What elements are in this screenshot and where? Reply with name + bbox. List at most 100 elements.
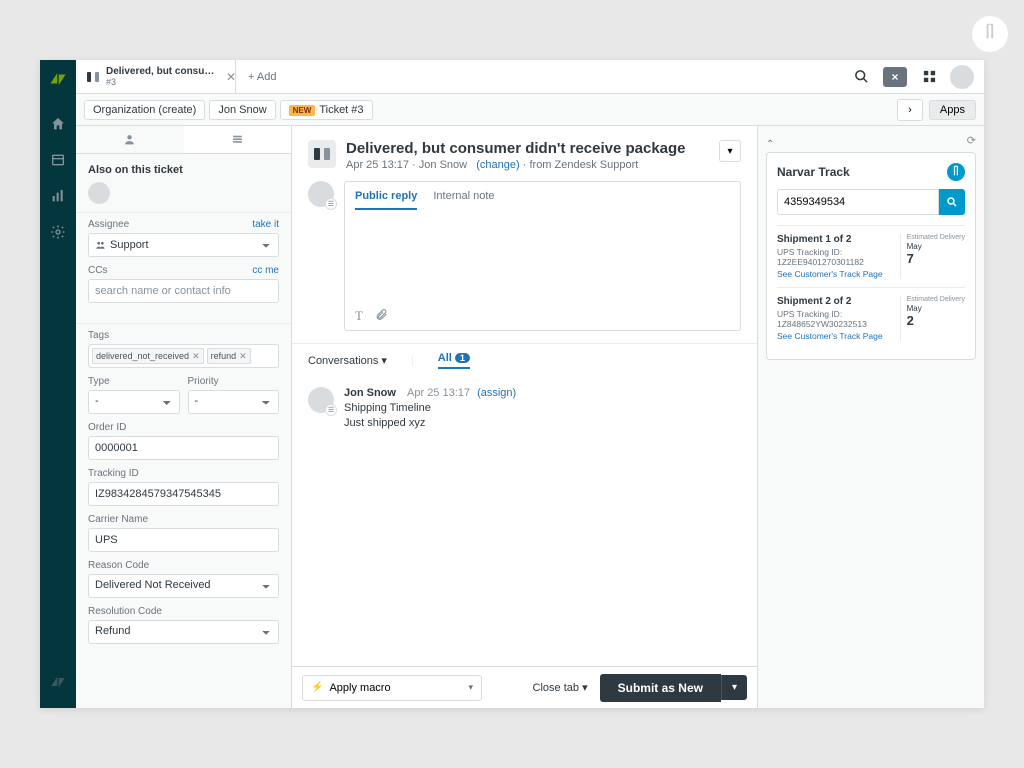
change-link[interactable]: (change) bbox=[476, 159, 519, 171]
convo-time: Apr 25 13:17 bbox=[407, 387, 470, 399]
narvar-search-input[interactable] bbox=[777, 189, 939, 215]
conversation-item: ☰ Jon Snow Apr 25 13:17 (assign) Shippin… bbox=[292, 377, 757, 442]
attachment-icon[interactable] bbox=[375, 308, 388, 324]
narvar-card: Narvar Track ᥥ Shipment 1 of 2 UPS Track… bbox=[766, 152, 976, 360]
est-month: May bbox=[907, 242, 965, 251]
priority-label: Priority bbox=[188, 376, 280, 387]
reporting-icon[interactable] bbox=[40, 178, 76, 214]
take-it-link[interactable]: take it bbox=[252, 219, 279, 230]
est-day: 2 bbox=[907, 313, 965, 328]
resolution-select[interactable]: Refund bbox=[88, 620, 279, 644]
narvar-search-button[interactable] bbox=[939, 189, 965, 215]
public-reply-tab[interactable]: Public reply bbox=[355, 190, 417, 210]
user-badge-icon: ☰ bbox=[325, 404, 337, 416]
ccs-label: CCs bbox=[88, 265, 107, 276]
orderid-input[interactable] bbox=[88, 436, 279, 460]
zendesk-bottom-icon[interactable] bbox=[40, 664, 76, 700]
breadcrumb-user[interactable]: Jon Snow bbox=[209, 100, 275, 120]
top-bar: Delivered, but consumer ... #3 ✕ + Add bbox=[76, 60, 984, 94]
reason-select[interactable]: Delivered Not Received bbox=[88, 574, 279, 598]
assign-link[interactable]: (assign) bbox=[477, 387, 516, 399]
zendesk-logo[interactable] bbox=[47, 68, 69, 90]
shipment-tracking: UPS Tracking ID: 1Z848652YW30232513 bbox=[777, 309, 894, 329]
ccs-input[interactable] bbox=[88, 279, 279, 303]
assignee-label: Assignee bbox=[88, 219, 129, 230]
add-tab-button[interactable]: + Add bbox=[236, 71, 288, 83]
all-tab[interactable]: All1 bbox=[438, 352, 470, 369]
carrier-label: Carrier Name bbox=[88, 514, 279, 525]
track-page-link[interactable]: See Customer's Track Page bbox=[777, 331, 894, 341]
ticket-dropdown[interactable]: ▾ bbox=[719, 140, 741, 162]
submit-button[interactable]: Submit as New bbox=[600, 674, 721, 702]
reply-box[interactable]: Public reply Internal note T bbox=[344, 181, 741, 331]
tab-sub: #3 bbox=[106, 77, 216, 87]
convo-line: Shipping Timeline bbox=[344, 401, 516, 416]
ticket-meta: Apr 25 13:17 · Jon Snow (change) · from … bbox=[346, 159, 709, 171]
ticket-title: Delivered, but consumer didn't receive p… bbox=[346, 140, 709, 157]
shipment-row: Shipment 1 of 2 UPS Tracking ID: 1Z2EE94… bbox=[777, 225, 965, 287]
apps-icon[interactable] bbox=[916, 64, 942, 90]
shipment-title: Shipment 2 of 2 bbox=[777, 296, 894, 307]
convo-user: Jon Snow bbox=[344, 387, 396, 399]
app-frame: Delivered, but consumer ... #3 ✕ + Add O… bbox=[40, 60, 984, 708]
right-panel: ⌃ ⟳ Narvar Track ᥥ Shipment 1 of 2 UPS Tr… bbox=[758, 126, 984, 708]
track-page-link[interactable]: See Customer's Track Page bbox=[777, 269, 894, 279]
home-icon[interactable] bbox=[40, 106, 76, 142]
tag-remove-icon[interactable]: ✕ bbox=[192, 351, 200, 362]
bottom-bar: ⚡Apply macro Close tab ▾ Submit as New ▾ bbox=[292, 666, 757, 708]
user-avatar[interactable] bbox=[950, 65, 974, 89]
close-icon[interactable]: ✕ bbox=[226, 70, 236, 84]
shipment-tracking: UPS Tracking ID: 1Z2EE9401270301182 bbox=[777, 247, 894, 267]
conversations-dropdown[interactable]: Conversations ▾ bbox=[308, 354, 387, 367]
est-label: Estimated Delivery bbox=[907, 296, 965, 304]
ticket-type-icon bbox=[308, 140, 336, 168]
next-button[interactable]: › bbox=[897, 99, 923, 121]
trackingid-input[interactable] bbox=[88, 482, 279, 506]
tag-chip: delivered_not_received✕ bbox=[92, 348, 204, 364]
chat-icon[interactable] bbox=[882, 64, 908, 90]
agent-badge-icon: ☰ bbox=[325, 198, 337, 210]
est-label: Estimated Delivery bbox=[907, 234, 965, 242]
tag-chip: refund✕ bbox=[207, 348, 251, 364]
breadcrumb-org[interactable]: Organization (create) bbox=[84, 100, 205, 120]
content-row: Also on this ticket Assigneetake it Supp… bbox=[76, 126, 984, 708]
tags-input[interactable]: delivered_not_received✕ refund✕ bbox=[88, 344, 279, 368]
convo-line: Just shipped xyz bbox=[344, 416, 516, 431]
refresh-icon[interactable]: ⟳ bbox=[967, 134, 976, 147]
shipment-row: Shipment 2 of 2 UPS Tracking ID: 1Z84865… bbox=[777, 287, 965, 349]
assignee-select[interactable]: Support bbox=[88, 233, 279, 257]
tags-label: Tags bbox=[88, 330, 279, 341]
text-format-icon[interactable]: T bbox=[355, 308, 363, 324]
conversations-bar: Conversations ▾ | All1 bbox=[292, 343, 757, 377]
carrier-input[interactable] bbox=[88, 528, 279, 552]
cc-me-link[interactable]: cc me bbox=[252, 265, 279, 276]
apply-macro-select[interactable]: ⚡Apply macro bbox=[302, 675, 482, 701]
priority-select[interactable]: - bbox=[188, 390, 280, 414]
est-month: May bbox=[907, 304, 965, 313]
close-tab-button[interactable]: Close tab ▾ bbox=[533, 681, 588, 694]
type-label: Type bbox=[88, 376, 180, 387]
collapse-icon[interactable]: ⌃ bbox=[766, 139, 774, 150]
brand-logo: ᥥ bbox=[972, 16, 1008, 52]
breadcrumb-ticket[interactable]: NEWTicket #3 bbox=[280, 100, 373, 120]
admin-icon[interactable] bbox=[40, 214, 76, 250]
search-icon[interactable] bbox=[848, 64, 874, 90]
ticket-tab[interactable]: Delivered, but consumer ... #3 ✕ bbox=[76, 60, 236, 94]
tab-title: Delivered, but consumer ... bbox=[106, 66, 216, 78]
also-avatar[interactable] bbox=[88, 182, 110, 204]
resolution-label: Resolution Code bbox=[88, 606, 279, 617]
est-day: 7 bbox=[907, 251, 965, 266]
trackingid-label: Tracking ID bbox=[88, 468, 279, 479]
narvar-title: Narvar Track bbox=[777, 165, 850, 179]
tag-remove-icon[interactable]: ✕ bbox=[239, 351, 247, 362]
views-icon[interactable] bbox=[40, 142, 76, 178]
type-select[interactable]: - bbox=[88, 390, 180, 414]
breadcrumb: Organization (create) Jon Snow NEWTicket… bbox=[76, 94, 984, 126]
panel-tab-ticket[interactable] bbox=[184, 126, 292, 153]
apps-button[interactable]: Apps bbox=[929, 100, 976, 120]
submit-dropdown[interactable]: ▾ bbox=[721, 675, 747, 700]
narvar-logo-icon: ᥥ bbox=[947, 163, 965, 181]
internal-note-tab[interactable]: Internal note bbox=[433, 190, 494, 210]
shipment-title: Shipment 1 of 2 bbox=[777, 234, 894, 245]
panel-tab-user[interactable] bbox=[76, 126, 184, 153]
